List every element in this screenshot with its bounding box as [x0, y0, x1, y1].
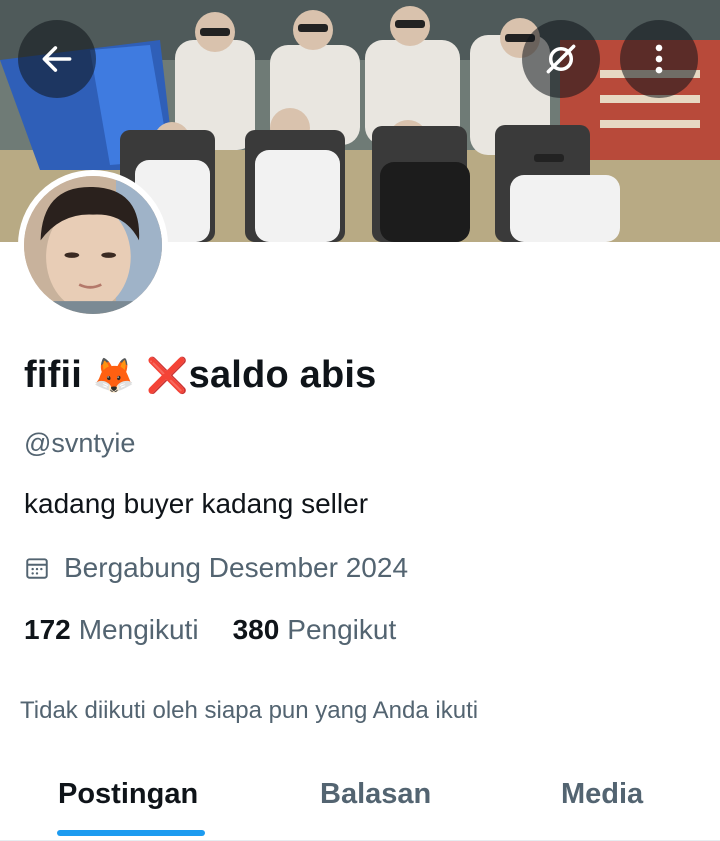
followed-by-note: Tidak diikuti oleh siapa pun yang Anda i…: [20, 697, 479, 724]
more-vertical-icon: [655, 44, 663, 74]
user-handle: @svntyie: [24, 428, 136, 458]
profile-bio: kadang buyer kadang seller: [24, 488, 369, 519]
grok-button[interactable]: [522, 20, 600, 98]
fox-emoji: 🦊: [92, 356, 136, 396]
active-tab-indicator: [57, 830, 205, 836]
following-link[interactable]: 172 Mengikuti: [24, 614, 199, 646]
back-button[interactable]: [18, 20, 96, 98]
grok-icon: [546, 44, 576, 74]
avatar-photo: [24, 176, 162, 314]
cross-mark-emoji: ❌: [146, 356, 189, 396]
arrow-left-icon: [42, 46, 72, 72]
following-count: 172: [24, 614, 71, 645]
display-name-suffix: saldo abis: [188, 354, 377, 396]
display-name: fifii 🦊 ❌saldo abis: [24, 354, 376, 397]
calendar-icon: [26, 558, 48, 579]
followers-label: Pengikut: [287, 614, 397, 645]
follow-stats: 172 Mengikuti 380 Pengikut: [24, 614, 396, 646]
followers-link[interactable]: 380 Pengikut: [233, 614, 397, 646]
display-name-text: fifii: [24, 354, 82, 396]
profile-tabs: Postingan Balasan Media: [0, 762, 720, 841]
join-date-text: Bergabung Desember 2024: [64, 552, 409, 583]
avatar[interactable]: [18, 170, 168, 320]
tab-postingan[interactable]: Postingan: [58, 778, 198, 811]
following-label: Mengikuti: [78, 614, 199, 645]
more-options-button[interactable]: [620, 20, 698, 98]
tab-media[interactable]: Media: [561, 778, 643, 811]
tab-balasan[interactable]: Balasan: [320, 778, 431, 811]
followers-count: 380: [232, 614, 280, 645]
join-date: Bergabung Desember 2024: [24, 552, 408, 584]
